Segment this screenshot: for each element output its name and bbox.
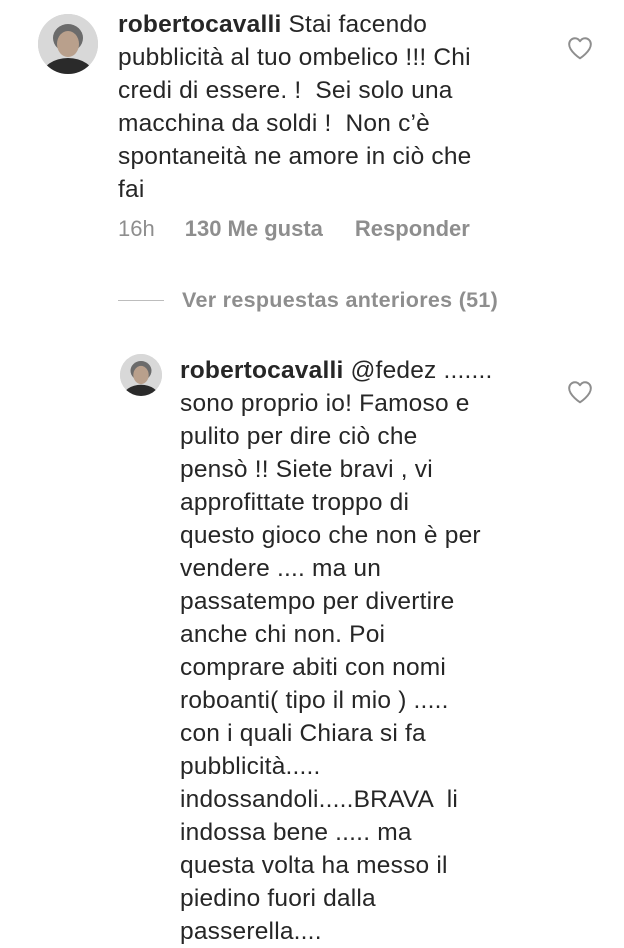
avatar[interactable] [38,14,98,74]
avatar[interactable] [120,354,162,396]
heart-outline-icon[interactable] [567,380,593,404]
profile-photo [120,354,162,396]
reply-line: passatempo per divertire [180,588,455,615]
reply-line: piedino fuori dalla [180,885,376,912]
reply-line: sono proprio io! Famoso e [180,390,470,417]
comment-username[interactable]: robertocavalli [118,11,281,38]
comment-line: fai [118,176,145,203]
reply-line: indossandoli.....BRAVA li [180,786,459,813]
reply-line: vendere .... ma un [180,555,382,582]
reply-username[interactable]: robertocavalli [180,357,343,384]
profile-photo [38,14,98,74]
reply-line: @fedez ....... [343,357,493,384]
reply-text: robertocavalli @fedez ....... sono propr… [180,354,552,948]
reply-line: roboanti( tipo il mio ) ..... [180,687,449,714]
view-replies-label[interactable]: Ver respuestas anteriores (51) [182,288,498,313]
comment-line: spontaneità ne amore in ciò che [118,143,472,170]
reply-line: questo gioco che non è per [180,522,481,549]
reply-button[interactable]: Responder [355,216,470,242]
reply-line: anche chi non. Poi [180,621,386,648]
reply-line: approfittate troppo di [180,489,410,516]
reply-line: comprare abiti con nomi [180,654,447,681]
comment-time[interactable]: 16h [118,216,155,242]
comment-line: pubblicità al tuo ombelico !!! Chi [118,44,471,71]
comment-line: macchina da soldi ! Non c’è [118,110,431,137]
divider [118,299,164,301]
view-replies-toggle[interactable]: Ver respuestas anteriores (51) [118,285,498,315]
reply-line: pubblicità..... [180,753,321,780]
comment-line: Stai facendo [281,11,428,38]
heart-outline-icon[interactable] [567,36,593,60]
reply-line: indossa bene ..... ma [180,819,412,846]
reply-line: pensò !! Siete bravi , vi [180,456,433,483]
reply-line: passerella.... [180,918,322,945]
comment-line: credi di essere. ! Sei solo una [118,77,453,104]
comment-meta: 16h 130 Me gusta Responder [118,214,470,244]
comment-text: robertocavalli Stai facendo pubblicità a… [118,8,558,206]
reply-line: questa volta ha messo il [180,852,448,879]
reply-line: con i quali Chiara si fa [180,720,426,747]
reply-line: pulito per dire ciò che [180,423,418,450]
likes-count[interactable]: 130 Me gusta [185,216,323,242]
